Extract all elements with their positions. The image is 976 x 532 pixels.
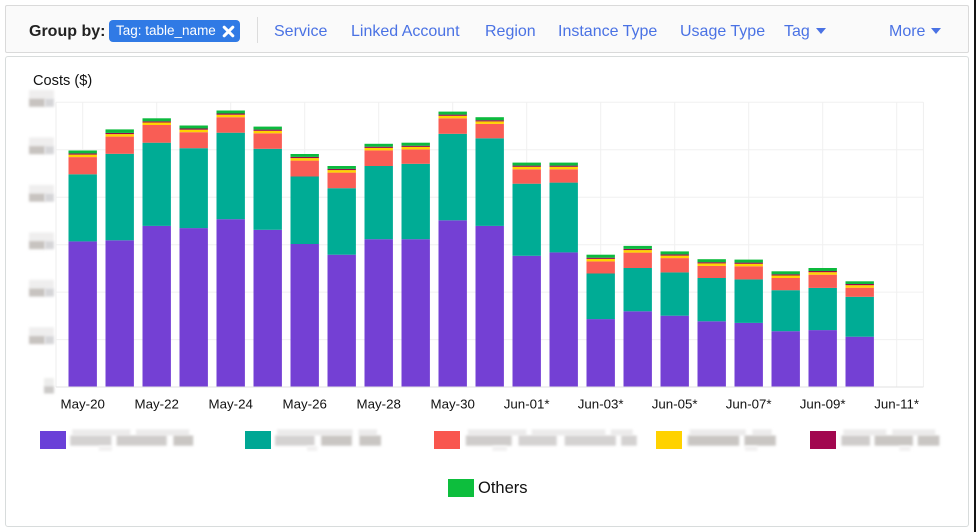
- svg-text:May-22: May-22: [135, 397, 179, 412]
- svg-text:Jun-09*: Jun-09*: [800, 397, 846, 412]
- svg-text:Jun-05*: Jun-05*: [652, 397, 698, 412]
- svg-text:Jun-03*: Jun-03*: [578, 397, 624, 412]
- svg-text:May-28: May-28: [357, 397, 401, 412]
- svg-text:May-20: May-20: [61, 397, 105, 412]
- svg-text:May-24: May-24: [209, 397, 253, 412]
- svg-text:Jun-01*: Jun-01*: [504, 397, 550, 412]
- svg-text:Jun-07*: Jun-07*: [726, 397, 772, 412]
- svg-text:May-30: May-30: [431, 397, 475, 412]
- svg-text:Jun-11*: Jun-11*: [874, 397, 919, 412]
- svg-text:May-26: May-26: [283, 397, 327, 412]
